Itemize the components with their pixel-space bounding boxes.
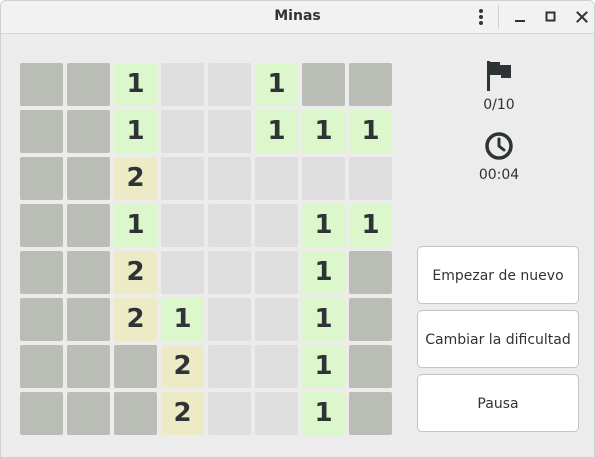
covered-cell[interactable]: [349, 345, 392, 388]
cleared-cell[interactable]: [255, 392, 298, 435]
covered-cell[interactable]: [20, 298, 63, 341]
number-cell[interactable]: 1: [114, 204, 157, 247]
number-cell[interactable]: 1: [114, 110, 157, 153]
covered-cell[interactable]: [114, 345, 157, 388]
number-cell[interactable]: 2: [114, 157, 157, 200]
covered-cell[interactable]: [302, 63, 345, 106]
number-cell[interactable]: 1: [302, 204, 345, 247]
cleared-cell[interactable]: [208, 204, 251, 247]
covered-cell[interactable]: [20, 392, 63, 435]
number-cell[interactable]: 2: [161, 345, 204, 388]
cleared-cell[interactable]: [208, 110, 251, 153]
number-cell[interactable]: 1: [302, 392, 345, 435]
covered-cell[interactable]: [349, 392, 392, 435]
covered-cell[interactable]: [67, 157, 110, 200]
menu-icon[interactable]: [471, 5, 491, 29]
maximize-icon[interactable]: [541, 7, 561, 27]
title-bar: Minas: [1, 1, 594, 34]
cleared-cell[interactable]: [208, 345, 251, 388]
covered-cell[interactable]: [20, 251, 63, 294]
window-title: Minas: [274, 8, 321, 24]
covered-cell[interactable]: [349, 298, 392, 341]
number-cell[interactable]: 1: [302, 110, 345, 153]
cleared-cell[interactable]: [255, 251, 298, 294]
covered-cell[interactable]: [114, 392, 157, 435]
app-window: Minas 1111112111212112121 0/10 00:04 Emp…: [0, 0, 595, 458]
covered-cell[interactable]: [67, 298, 110, 341]
covered-cell[interactable]: [67, 251, 110, 294]
cleared-cell[interactable]: [255, 345, 298, 388]
cleared-cell[interactable]: [208, 157, 251, 200]
covered-cell[interactable]: [67, 345, 110, 388]
covered-cell[interactable]: [349, 63, 392, 106]
covered-cell[interactable]: [20, 204, 63, 247]
minimize-icon[interactable]: [510, 7, 530, 27]
cleared-cell[interactable]: [302, 157, 345, 200]
covered-cell[interactable]: [67, 110, 110, 153]
cleared-cell[interactable]: [208, 392, 251, 435]
covered-cell[interactable]: [20, 110, 63, 153]
number-cell[interactable]: 1: [161, 298, 204, 341]
cleared-cell[interactable]: [161, 251, 204, 294]
number-cell[interactable]: 2: [114, 298, 157, 341]
number-cell[interactable]: 2: [161, 392, 204, 435]
pause-button[interactable]: Pausa: [417, 374, 579, 432]
number-cell[interactable]: 2: [114, 251, 157, 294]
cleared-cell[interactable]: [161, 204, 204, 247]
covered-cell[interactable]: [20, 345, 63, 388]
flags-counter: 0/10: [483, 97, 515, 113]
clock-icon: [484, 131, 514, 161]
flag-icon: [485, 59, 513, 93]
cleared-cell[interactable]: [349, 157, 392, 200]
cleared-cell[interactable]: [161, 157, 204, 200]
covered-cell[interactable]: [67, 392, 110, 435]
number-cell[interactable]: 1: [302, 345, 345, 388]
cleared-cell[interactable]: [161, 110, 204, 153]
cleared-cell[interactable]: [255, 204, 298, 247]
cleared-cell[interactable]: [161, 63, 204, 106]
number-cell[interactable]: 1: [255, 110, 298, 153]
covered-cell[interactable]: [67, 204, 110, 247]
restart-button[interactable]: Empezar de nuevo: [417, 246, 579, 304]
cleared-cell[interactable]: [208, 63, 251, 106]
change-difficulty-button[interactable]: Cambiar la dificultad: [417, 310, 579, 368]
covered-cell[interactable]: [349, 251, 392, 294]
covered-cell[interactable]: [20, 63, 63, 106]
cleared-cell[interactable]: [208, 251, 251, 294]
number-cell[interactable]: 1: [302, 298, 345, 341]
number-cell[interactable]: 1: [302, 251, 345, 294]
covered-cell[interactable]: [67, 63, 110, 106]
number-cell[interactable]: 1: [255, 63, 298, 106]
cleared-cell[interactable]: [255, 298, 298, 341]
number-cell[interactable]: 1: [349, 110, 392, 153]
number-cell[interactable]: 1: [114, 63, 157, 106]
cleared-cell[interactable]: [255, 157, 298, 200]
number-cell[interactable]: 1: [349, 204, 392, 247]
titlebar-separator: [498, 5, 499, 29]
elapsed-time: 00:04: [478, 167, 520, 183]
cleared-cell[interactable]: [208, 298, 251, 341]
covered-cell[interactable]: [20, 157, 63, 200]
close-icon[interactable]: [572, 7, 592, 27]
